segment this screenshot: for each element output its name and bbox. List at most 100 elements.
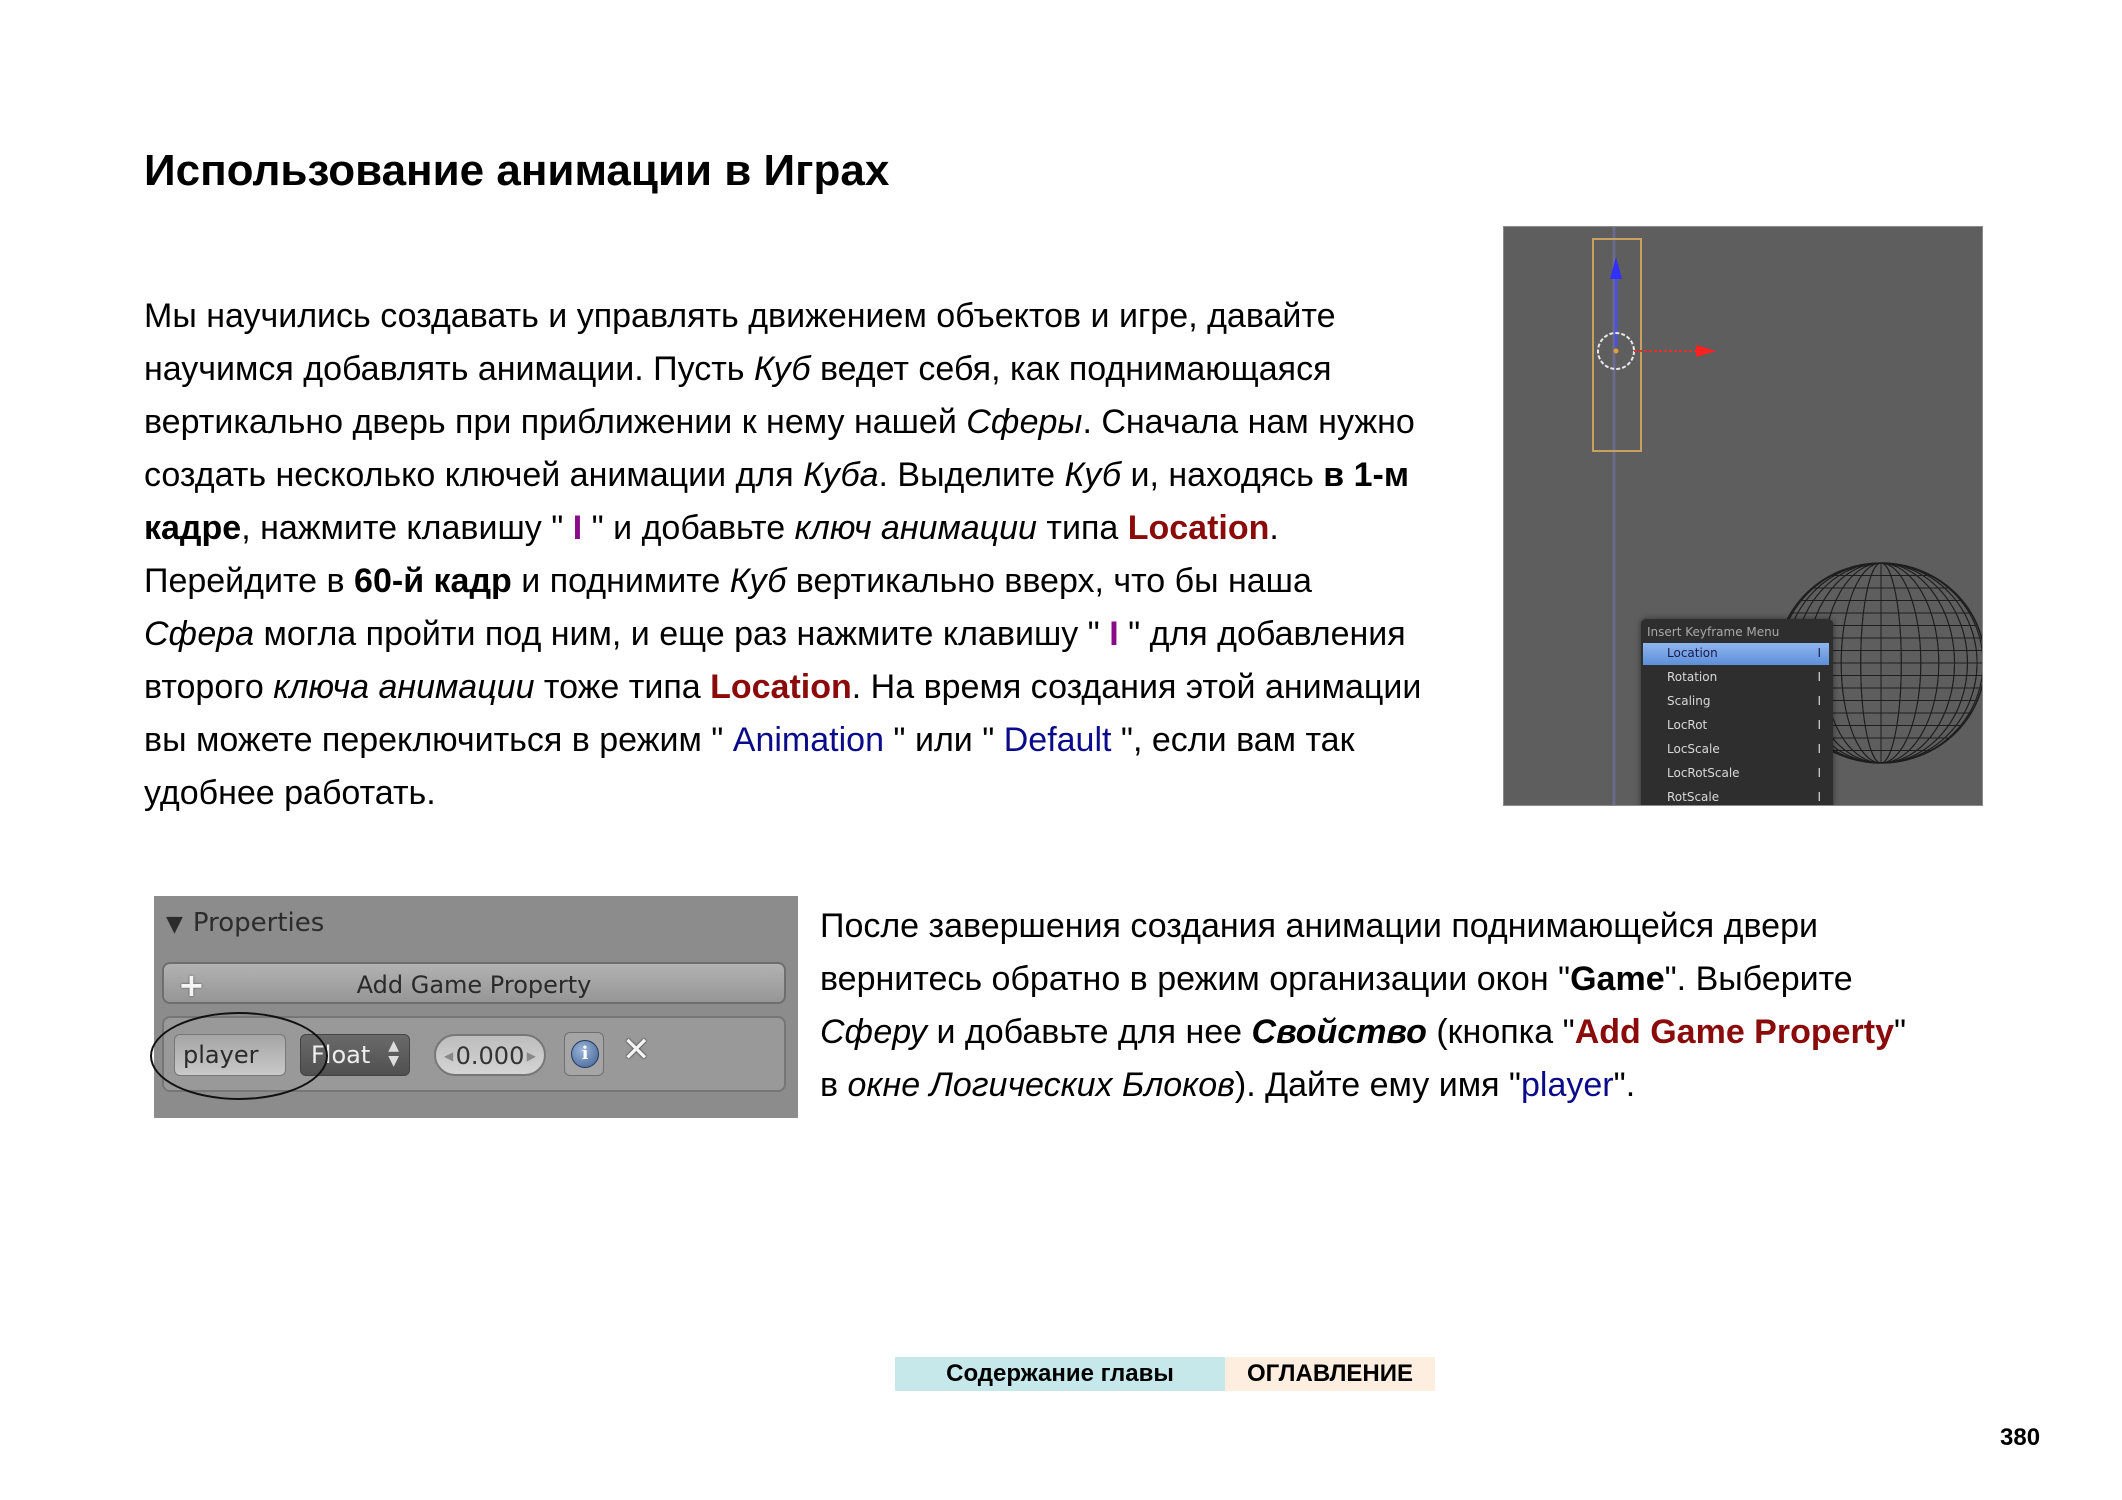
term-sphere: Сфера xyxy=(144,615,255,653)
text: " или " xyxy=(883,721,1004,759)
properties-header-label: Properties xyxy=(192,908,325,938)
text-line: После завершения создания анимации подни… xyxy=(820,900,1906,953)
text: и, находясь xyxy=(1121,456,1324,494)
hotkey-i: I xyxy=(1109,615,1119,653)
text: вернитесь обратно в режим организации ок… xyxy=(820,960,1571,998)
text-line: вы можете переключиться в режим " Animat… xyxy=(144,714,1421,767)
property-value-field[interactable]: ◀ 0.000 ▶ xyxy=(434,1034,546,1076)
keyword-location: Location xyxy=(1127,509,1270,547)
text-line: в окне Логических Блоков). Дайте ему имя… xyxy=(820,1059,1906,1112)
decrement-arrow-icon[interactable]: ◀ xyxy=(444,1049,453,1063)
keyword-player: player xyxy=(1521,1066,1614,1104)
menu-item-label: LocRot xyxy=(1667,718,1708,732)
text: " и добавьте xyxy=(582,509,795,547)
text: . xyxy=(1269,509,1279,547)
delete-property-button[interactable]: ✕ xyxy=(622,1030,651,1070)
chapter-contents-link[interactable]: Содержание главы xyxy=(895,1357,1225,1391)
text: . Сначала нам нужно xyxy=(1082,403,1415,441)
text: ". Выберите xyxy=(1664,960,1853,998)
text: ", если вам так xyxy=(1111,721,1355,759)
add-game-property-button[interactable]: + Add Game Property xyxy=(162,962,786,1004)
property-paragraph: После завершения создания анимации подни… xyxy=(820,900,1906,1112)
text: ). Дайте ему имя " xyxy=(1234,1066,1522,1104)
term-cube: Куба xyxy=(803,456,879,494)
text: , нажмите клавишу " xyxy=(241,509,573,547)
text: в xyxy=(820,1066,848,1104)
hotkey-i: I xyxy=(572,509,583,547)
menu-item-rotscale[interactable]: RotScale I xyxy=(1643,787,1829,805)
add-game-property-label: Add Game Property xyxy=(356,971,592,999)
menu-item-rotation[interactable]: Rotation I xyxy=(1643,667,1829,689)
keyword-default: Default xyxy=(1003,721,1112,759)
origin-dot xyxy=(1613,348,1619,354)
keyword-add-game-property: Add Game Property xyxy=(1574,1013,1895,1051)
menu-item-locscale[interactable]: LocScale I xyxy=(1643,739,1829,761)
emphasis: 60-й кадр xyxy=(354,562,512,600)
text: " для добавления xyxy=(1118,615,1406,653)
menu-item-label: RotScale xyxy=(1667,790,1720,804)
menu-item-shortcut: I xyxy=(1817,742,1821,756)
text: вертикально дверь при приближении к нему… xyxy=(144,403,967,441)
collapse-triangle-icon: ▼ xyxy=(166,912,183,937)
term-cube: Куб xyxy=(1064,456,1122,494)
x-arrow-head-icon xyxy=(1696,345,1716,357)
info-icon: i xyxy=(571,1040,599,1068)
text-line: удобнее работать. xyxy=(144,767,1421,820)
text: . На время создания этой анимации xyxy=(851,668,1422,706)
text: . Выделите xyxy=(878,456,1065,494)
text: " xyxy=(1894,1013,1907,1051)
text: могла пройти под ним, и еще раз нажмите … xyxy=(254,615,1110,653)
menu-item-locrot[interactable]: LocRot I xyxy=(1643,715,1829,737)
text-line: Мы научились создавать и управлять движе… xyxy=(144,290,1421,343)
text: (кнопка " xyxy=(1426,1013,1575,1051)
text-line: кадре, нажмите клавишу " I " и добавьте … xyxy=(144,502,1421,555)
text: создать несколько ключей анимации для xyxy=(144,456,804,494)
term-property: Свойство xyxy=(1251,1013,1427,1051)
insert-keyframe-menu: Insert Keyframe Menu Location I Rotation I… xyxy=(1641,619,1833,805)
text-line: Сфера могла пройти под ним, и еще раз на… xyxy=(144,608,1421,661)
text: вертикально вверх, что бы наша xyxy=(786,562,1312,600)
properties-header[interactable]: ▼ Properties xyxy=(166,908,324,938)
menu-item-shortcut: I xyxy=(1817,766,1821,780)
term-sphere: Сферу xyxy=(820,1013,928,1051)
text-line: второго ключа анимации тоже типа Locatio… xyxy=(144,661,1421,714)
property-value: 0.000 xyxy=(455,1042,525,1070)
text-line: Перейдите в 60-й кадр и поднимите Куб ве… xyxy=(144,555,1421,608)
text-line: вернитесь обратно в режим организации ок… xyxy=(820,953,1906,1006)
debug-info-button[interactable]: i xyxy=(564,1032,604,1076)
menu-title: Insert Keyframe Menu xyxy=(1647,625,1780,639)
page-number: 380 xyxy=(2000,1424,2041,1451)
keyword-animation: Animation xyxy=(732,721,884,759)
menu-item-scaling[interactable]: Scaling I xyxy=(1643,691,1829,713)
menu-item-shortcut: I xyxy=(1817,718,1821,732)
text: Мы научились создавать и управлять движе… xyxy=(144,297,1336,335)
increment-arrow-icon[interactable]: ▶ xyxy=(527,1049,536,1063)
menu-item-label: Scaling xyxy=(1667,694,1711,708)
term-sphere: Сферы xyxy=(966,403,1083,441)
text: удобнее работать. xyxy=(144,774,436,812)
menu-item-locrotscale[interactable]: LocRotScale I xyxy=(1643,763,1829,785)
blender-viewport-screenshot: Insert Keyframe Menu Location I Rotation I… xyxy=(1503,226,1983,806)
term-keyframe: ключа анимации xyxy=(273,668,535,706)
emphasis: кадре xyxy=(144,509,242,547)
menu-item-shortcut: I xyxy=(1817,670,1821,684)
menu-item-label: Rotation xyxy=(1667,670,1718,684)
menu-item-location[interactable]: Location I xyxy=(1643,643,1829,665)
keyword-game: Game xyxy=(1570,960,1665,998)
updown-arrows-icon: ▲ ▼ xyxy=(388,1038,399,1069)
menu-item-shortcut: I xyxy=(1817,694,1821,708)
menu-item-shortcut: I xyxy=(1817,646,1821,660)
menu-item-label: LocScale xyxy=(1667,742,1720,756)
text: и добавьте для нее xyxy=(927,1013,1252,1051)
text-line: вертикально дверь при приближении к нему… xyxy=(144,396,1421,449)
menu-item-label: LocRotScale xyxy=(1667,766,1740,780)
text-line: создать несколько ключей анимации для Ку… xyxy=(144,449,1421,502)
keyword-location: Location xyxy=(710,668,852,706)
text: Перейдите в xyxy=(144,562,355,600)
text: и поднимите xyxy=(511,562,730,600)
page-title: Использование анимации в Играх xyxy=(144,146,890,195)
text: второго xyxy=(144,668,274,706)
table-of-contents-link[interactable]: ОГЛАВЛЕНИЕ xyxy=(1225,1357,1435,1391)
menu-item-shortcut: I xyxy=(1817,790,1821,804)
term-cube: Куб xyxy=(753,350,811,388)
